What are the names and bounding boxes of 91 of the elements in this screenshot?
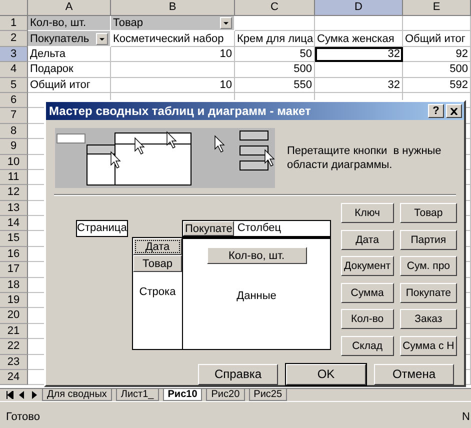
field-button[interactable]: Сумма xyxy=(341,282,394,303)
help-button[interactable]: ? xyxy=(428,104,444,118)
status-indicator: N xyxy=(462,411,471,423)
row-header[interactable]: 4 xyxy=(0,62,28,78)
row-header[interactable]: 2 xyxy=(0,31,28,47)
row-header[interactable]: 23 xyxy=(0,354,28,370)
row-header[interactable]: 20 xyxy=(0,308,28,324)
column-header[interactable]: E xyxy=(403,0,471,16)
table-cell: 32 xyxy=(315,46,403,62)
table-cell: 32 xyxy=(315,78,403,93)
row-header[interactable]: 11 xyxy=(0,170,28,186)
row-header[interactable]: 6 xyxy=(0,92,28,108)
field-button[interactable]: Товар xyxy=(400,203,458,223)
row-header[interactable]: 19 xyxy=(0,293,28,308)
row-header[interactable]: 9 xyxy=(0,139,28,155)
table-cell: Общий итог xyxy=(28,78,111,93)
table-cell: Сумка женская xyxy=(315,31,403,47)
table-cell: Кол-во, шт. xyxy=(28,16,111,32)
area-label: Данные xyxy=(236,290,276,302)
row-header[interactable]: 10 xyxy=(0,154,28,170)
field-button[interactable]: Склад xyxy=(341,336,394,356)
row-header[interactable]: 14 xyxy=(0,216,28,232)
row-area[interactable]: Дата Товар Строка xyxy=(132,237,182,350)
row-header[interactable]: 3 xyxy=(0,46,28,62)
row-header[interactable]: 13 xyxy=(0,200,28,216)
table-cell: Подарок xyxy=(28,62,111,78)
field-button[interactable]: Покупате xyxy=(400,282,458,303)
column-area[interactable]: Покупате Столбец xyxy=(182,220,331,237)
column-header[interactable]: A xyxy=(28,0,111,16)
table-cell: 92 xyxy=(403,46,471,62)
sheet-tab[interactable]: Рис20 xyxy=(206,389,245,401)
field-button[interactable]: Заказ xyxy=(400,309,458,330)
table-cell: 592 xyxy=(403,78,471,93)
table-cell: 50 xyxy=(235,46,315,62)
data-area[interactable]: Кол-во, шт. Данные xyxy=(182,237,331,350)
field-button[interactable]: Партия xyxy=(400,230,458,250)
table-cell: 10 xyxy=(111,78,235,93)
sheet-tab[interactable]: Рис25 xyxy=(248,389,288,401)
status-text: Готово xyxy=(6,411,40,423)
pivot-field-dropdown[interactable]: Товар xyxy=(111,16,235,32)
sheet-tab[interactable]: Рис10 xyxy=(162,389,202,401)
field-button[interactable]: Документ xyxy=(341,256,394,276)
table-cell: 550 xyxy=(235,78,315,93)
close-button[interactable] xyxy=(446,104,462,118)
table-cell: 500 xyxy=(403,62,471,78)
table-cell: Дельта xyxy=(28,46,111,62)
field-button[interactable]: Сумма с Н xyxy=(400,336,458,356)
column-header[interactable]: B xyxy=(111,0,235,16)
dialog-button[interactable]: OK xyxy=(286,364,366,385)
field-button[interactable]: Кол-во, шт. xyxy=(206,247,306,264)
field-button[interactable]: Дата xyxy=(133,238,182,255)
sheet-tab[interactable]: Для сводных xyxy=(42,389,112,401)
row-header[interactable]: 18 xyxy=(0,278,28,294)
field-button[interactable]: Товар xyxy=(133,255,182,272)
table-cell: 500 xyxy=(235,62,315,78)
select-all-corner[interactable] xyxy=(0,0,28,16)
close-icon xyxy=(450,108,458,114)
field-button[interactable]: Кол-во xyxy=(341,309,394,330)
row-header[interactable]: 1 xyxy=(0,16,28,32)
table-cell: Общий итог xyxy=(403,31,471,47)
row-header[interactable]: 22 xyxy=(0,339,28,355)
row-header[interactable]: 15 xyxy=(0,231,28,247)
row-header[interactable]: 12 xyxy=(0,185,28,201)
field-button[interactable]: Покупате xyxy=(183,221,234,236)
window-title: Мастер сводных таблиц и диаграмм - макет xyxy=(49,104,311,118)
row-header[interactable]: 16 xyxy=(0,246,28,262)
row-header[interactable]: 8 xyxy=(0,124,28,140)
row-header[interactable]: 21 xyxy=(0,324,28,340)
dialog-button[interactable]: Справка xyxy=(198,364,278,385)
instruction-text: Перетащите кнопки в нужные области диаграммы. xyxy=(287,144,442,172)
field-button[interactable]: Дата xyxy=(341,230,394,250)
row-header[interactable]: 17 xyxy=(0,262,28,278)
row-header[interactable]: 24 xyxy=(0,370,28,386)
sheet-tab[interactable]: Лист1_ xyxy=(116,389,159,401)
previous-sheet-icon[interactable] xyxy=(18,391,26,399)
table-cell: 10 xyxy=(111,46,235,62)
pivot-field-dropdown[interactable]: Покупатель xyxy=(28,31,111,47)
area-label: Столбец xyxy=(236,221,282,236)
column-header[interactable]: D xyxy=(315,0,403,16)
field-button[interactable]: Ключ xyxy=(341,203,394,223)
next-sheet-icon[interactable] xyxy=(30,391,38,399)
first-sheet-icon[interactable] xyxy=(6,391,14,399)
page-area[interactable]: Страница xyxy=(76,220,128,237)
column-header[interactable]: C xyxy=(235,0,315,16)
field-button[interactable]: Сум. про xyxy=(400,256,458,276)
area-label: Строка xyxy=(138,286,177,298)
row-header[interactable]: 5 xyxy=(0,78,28,93)
table-cell: Косметический набор xyxy=(111,31,235,47)
row-header[interactable]: 7 xyxy=(0,108,28,124)
table-cell: Крем для лица xyxy=(235,31,315,47)
dialog-button[interactable]: Отмена xyxy=(374,364,454,385)
